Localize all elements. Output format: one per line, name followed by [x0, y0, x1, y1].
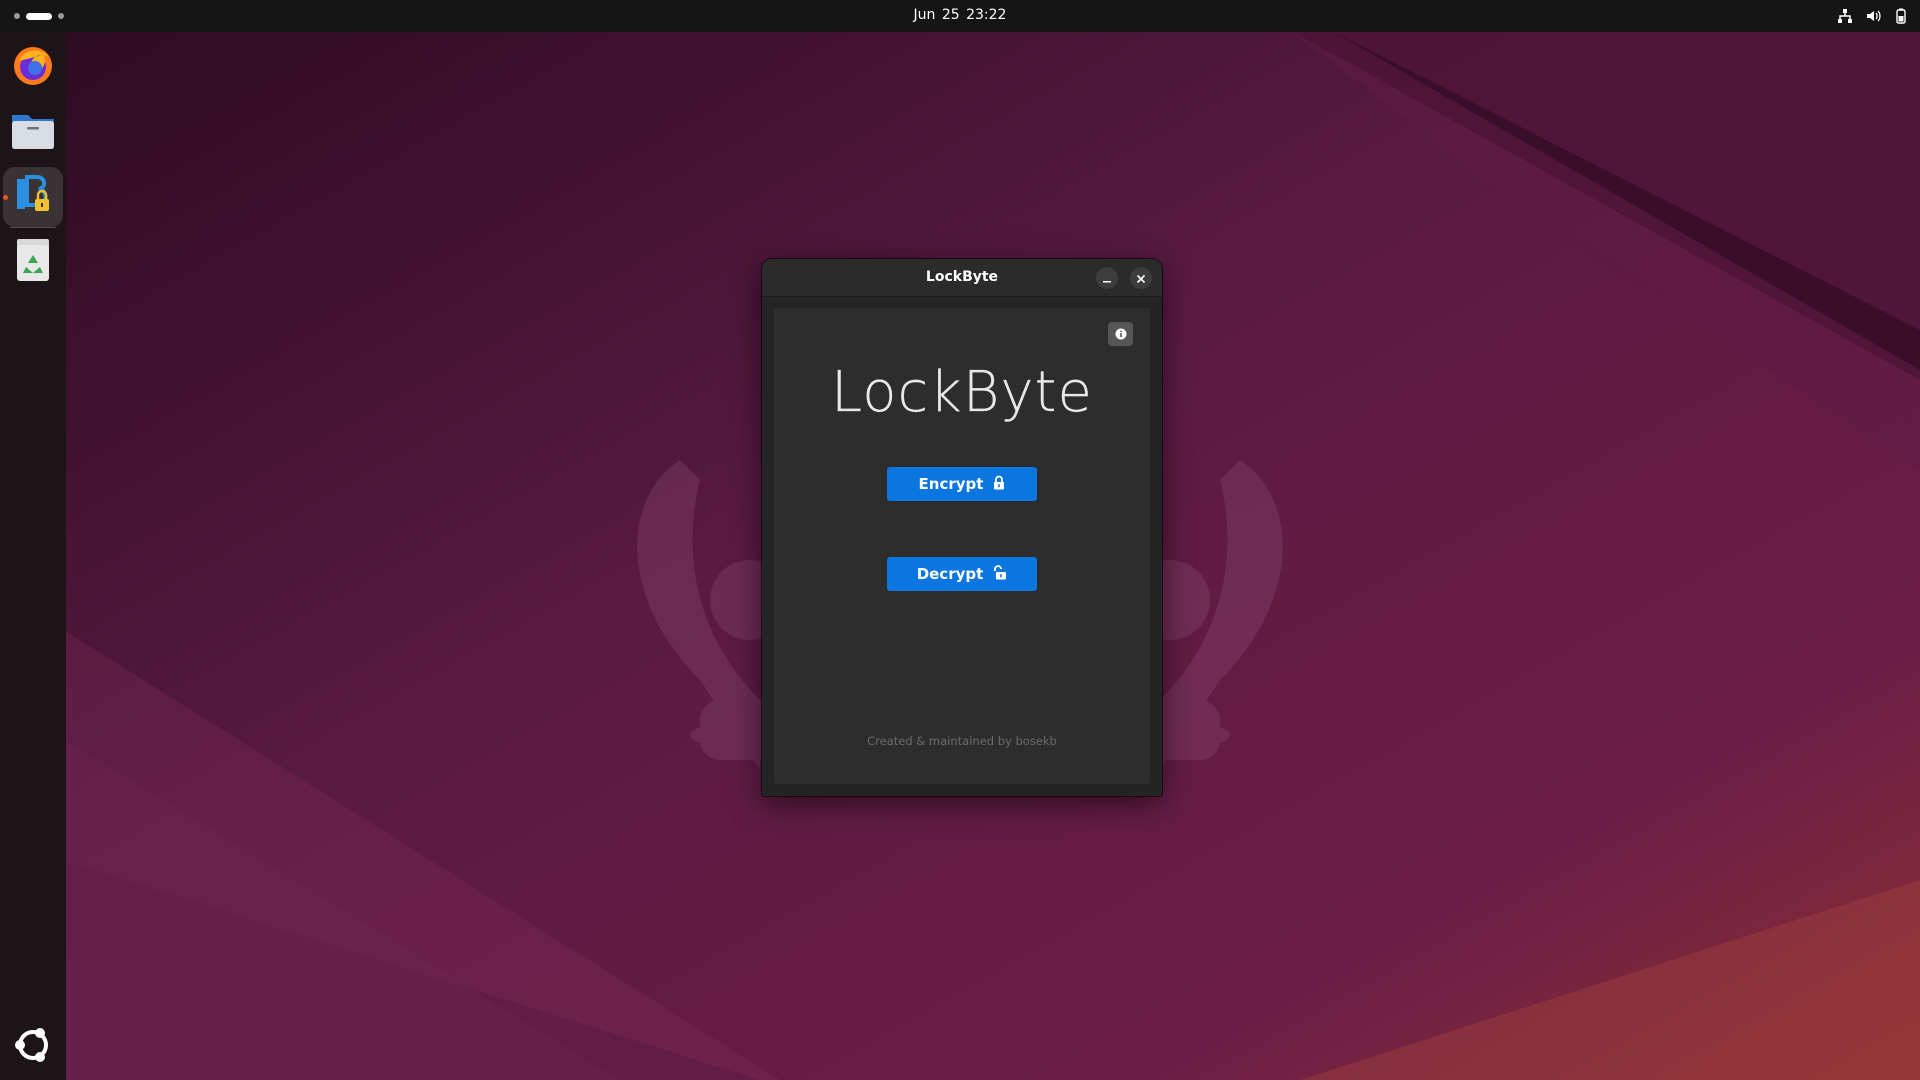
decrypt-label: Decrypt: [916, 565, 984, 583]
dock: [0, 32, 66, 1080]
show-apps-button[interactable]: [3, 1017, 63, 1077]
folder-icon: [10, 109, 56, 155]
dock-firefox[interactable]: [3, 37, 63, 97]
encrypt-label: Encrypt: [918, 475, 984, 493]
ubuntu-logo-icon: [13, 1025, 53, 1069]
workspace-indicator: [58, 13, 64, 19]
network-icon[interactable]: [1836, 7, 1854, 25]
lock-icon: [993, 475, 1005, 494]
minimize-button[interactable]: [1096, 267, 1118, 289]
app-heading: LockByte: [831, 360, 1093, 425]
battery-icon[interactable]: [1892, 7, 1910, 25]
lockbyte-app-icon: [11, 173, 55, 221]
dock-lockbyte[interactable]: [3, 167, 63, 227]
close-button[interactable]: [1130, 267, 1152, 289]
decrypt-button[interactable]: Decrypt: [887, 557, 1037, 591]
encrypt-button[interactable]: Encrypt: [887, 467, 1037, 501]
lockbyte-window: LockByte LockByte Encrypt Decrypt Create…: [762, 259, 1162, 796]
top-panel: Jun 25 23:22: [0, 0, 1920, 32]
volume-icon[interactable]: [1864, 7, 1882, 25]
activities-button[interactable]: [14, 10, 64, 22]
clock-datetime[interactable]: Jun 25 23:22: [914, 7, 1007, 23]
workspace-indicator-active: [26, 12, 52, 20]
unlock-icon: [993, 564, 1007, 584]
main-panel: LockByte Encrypt Decrypt Created & maint…: [774, 308, 1150, 784]
firefox-icon: [11, 43, 55, 91]
close-icon: [1136, 269, 1146, 288]
dock-trash[interactable]: [3, 232, 63, 292]
footer-credit: Created & maintained by bosekb: [867, 734, 1057, 748]
system-tray[interactable]: [1836, 6, 1910, 26]
running-indicator: [3, 195, 8, 200]
trash-icon: [13, 237, 53, 287]
minimize-icon: [1102, 269, 1112, 288]
workspace-indicator: [14, 13, 20, 19]
info-button[interactable]: [1108, 322, 1133, 346]
info-icon: [1115, 325, 1127, 344]
dock-files[interactable]: [3, 102, 63, 162]
dock-separator: [10, 227, 56, 228]
window-titlebar[interactable]: LockByte: [762, 259, 1162, 297]
